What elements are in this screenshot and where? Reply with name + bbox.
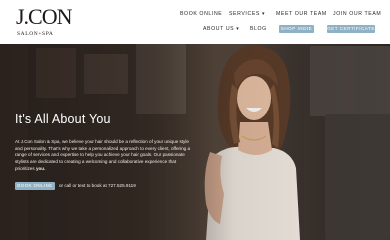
shop-indie-button[interactable]: SHOP INDIE bbox=[279, 25, 314, 33]
nav-join-our-team[interactable]: JOIN OUR TEAM bbox=[333, 11, 381, 17]
logo[interactable]: J.CON SALON+SPA bbox=[16, 5, 73, 41]
hero-description: At J.Con Salon & Spa, we believe your ha… bbox=[15, 139, 195, 173]
call-to-book-text: or call or text to book at 727.525.9119 bbox=[59, 183, 136, 188]
nav-about-us[interactable]: ABOUT US ▾ bbox=[203, 26, 239, 32]
logo-tagline: SALON+SPA bbox=[17, 31, 54, 37]
nav-services[interactable]: SERVICES ▾ bbox=[229, 11, 265, 17]
hero-title: It's All About You bbox=[15, 112, 111, 126]
nav-blog[interactable]: BLOG bbox=[250, 26, 267, 32]
hero-description-emphasis: you. bbox=[35, 165, 46, 171]
nav-book-online[interactable]: BOOK ONLINE bbox=[180, 11, 222, 17]
hero-book-online-button[interactable]: BOOK ONLINE bbox=[15, 182, 55, 190]
get-certificate-button[interactable]: GET CERTIFICATE bbox=[327, 25, 375, 33]
nav-meet-our-team[interactable]: MEET OUR TEAM bbox=[276, 11, 327, 17]
logo-wordmark: J.CON bbox=[16, 4, 73, 29]
hero-section: It's All About You At J.Con Salon & Spa,… bbox=[0, 44, 390, 240]
site-header: J.CON SALON+SPA BOOK ONLINE SERVICES ▾ M… bbox=[0, 0, 390, 44]
